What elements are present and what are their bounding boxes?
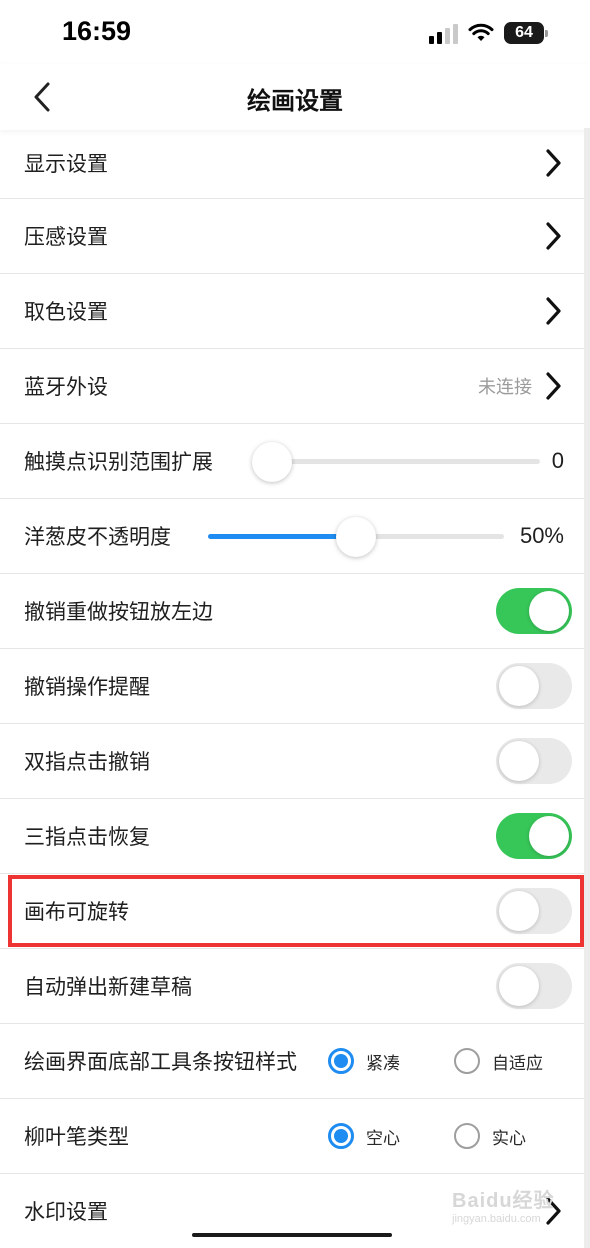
row-two-finger-undo: 双指点击撤销 (0, 724, 584, 799)
row-auto-new-draft: 自动弹出新建草稿 (0, 949, 584, 1024)
row-label: 触摸点识别范围扩展 (24, 450, 213, 474)
radio-label: 实心 (492, 1128, 526, 1149)
row-undo-alert: 撤销操作提醒 (0, 649, 584, 724)
row-label: 撤销重做按钮放左边 (24, 600, 213, 624)
onion-skin-slider[interactable] (208, 517, 504, 557)
chevron-right-icon (546, 297, 561, 325)
row-pressure-settings[interactable]: 压感设置 (0, 199, 584, 274)
status-icons: 64 (429, 20, 548, 46)
row-canvas-rotate: 画布可旋转 (0, 874, 584, 949)
row-label: 压感设置 (24, 225, 108, 249)
row-display-settings[interactable]: 显示设置 (0, 128, 584, 199)
wifi-icon (468, 23, 494, 41)
chevron-right-icon (546, 372, 561, 400)
radio-label: 空心 (366, 1128, 400, 1149)
row-label: 绘画界面底部工具条按钮样式 (24, 1050, 297, 1074)
row-label: 撤销操作提醒 (24, 675, 150, 699)
slider-thumb[interactable] (336, 517, 376, 557)
undo-alert-toggle[interactable] (496, 663, 572, 709)
row-label: 洋葱皮不透明度 (24, 525, 171, 549)
radio-option-adaptive[interactable]: 自适应 (454, 1048, 543, 1074)
settings-list: 显示设置 压感设置 取色设置 蓝牙外设 未连接 触摸点识别范围扩展 0 洋葱皮不… (0, 128, 590, 1248)
auto-new-draft-toggle[interactable] (496, 963, 572, 1009)
slider-value: 50% (519, 523, 564, 548)
two-finger-undo-toggle[interactable] (496, 738, 572, 784)
home-indicator (192, 1233, 392, 1237)
status-bar: 16:59 64 (0, 0, 590, 64)
slider-value: 0 (551, 448, 564, 473)
row-three-finger-redo: 三指点击恢复 (0, 799, 584, 874)
chevron-right-icon (546, 1197, 561, 1225)
row-onion-skin-opacity: 洋葱皮不透明度 50% (0, 499, 584, 574)
row-label: 蓝牙外设 (24, 375, 108, 399)
radio-option-solid[interactable]: 实心 (454, 1123, 526, 1149)
battery-icon: 64 (504, 22, 548, 44)
page-title: 绘画设置 (247, 87, 343, 115)
radio-label: 紧凑 (366, 1053, 400, 1074)
row-label: 水印设置 (24, 1200, 108, 1224)
connection-status: 未连接 (478, 377, 532, 398)
row-undo-redo-left: 撤销重做按钮放左边 (0, 574, 584, 649)
row-label: 双指点击撤销 (24, 750, 150, 774)
chevron-right-icon (546, 149, 561, 177)
radio-option-compact[interactable]: 紧凑 (328, 1048, 400, 1074)
radio-label: 自适应 (492, 1053, 543, 1074)
row-label: 自动弹出新建草稿 (24, 975, 192, 999)
radio-button[interactable] (454, 1123, 480, 1149)
row-color-pick-settings[interactable]: 取色设置 (0, 274, 584, 349)
radio-option-hollow[interactable]: 空心 (328, 1123, 400, 1149)
chevron-right-icon (546, 222, 561, 250)
three-finger-redo-toggle[interactable] (496, 813, 572, 859)
radio-button[interactable] (328, 1123, 354, 1149)
row-touch-range: 触摸点识别范围扩展 0 (0, 424, 584, 499)
canvas-rotate-toggle[interactable] (496, 888, 572, 934)
radio-button[interactable] (328, 1048, 354, 1074)
status-time: 16:59 (62, 16, 132, 46)
radio-button[interactable] (454, 1048, 480, 1074)
row-label: 取色设置 (24, 300, 108, 324)
row-label: 三指点击恢复 (24, 825, 150, 849)
row-label: 显示设置 (24, 152, 108, 176)
row-toolbar-button-style: 绘画界面底部工具条按钮样式 紧凑 自适应 (0, 1024, 584, 1099)
undo-redo-left-toggle[interactable] (496, 588, 572, 634)
slider-thumb[interactable] (252, 442, 292, 482)
row-willow-pen-type: 柳叶笔类型 空心 实心 (0, 1099, 584, 1174)
signal-icon (429, 22, 458, 44)
nav-bar: 绘画设置 (0, 64, 590, 130)
row-label: 画布可旋转 (24, 900, 129, 924)
touch-range-slider[interactable] (252, 442, 540, 482)
slider-fill (208, 534, 356, 539)
row-bluetooth-peripheral[interactable]: 蓝牙外设 未连接 (0, 349, 584, 424)
row-label: 柳叶笔类型 (24, 1125, 129, 1149)
